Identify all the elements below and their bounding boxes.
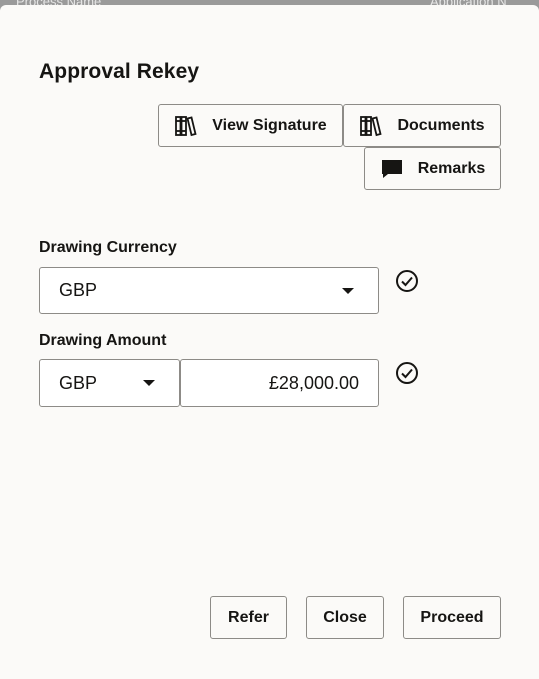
refer-button[interactable]: Refer: [210, 596, 287, 639]
close-button[interactable]: Close: [306, 596, 384, 639]
dialog-title: Approval Rekey: [39, 60, 200, 83]
drawing-currency-label: Drawing Currency: [39, 239, 177, 256]
approval-rekey-dialog: Approval Rekey View Signature Documents …: [0, 5, 539, 679]
check-circle-icon: [396, 362, 418, 384]
refer-label: Refer: [228, 608, 269, 626]
drawing-amount-currency-select[interactable]: GBP: [39, 359, 180, 407]
chevron-down-icon: [143, 380, 155, 386]
proceed-label: Proceed: [420, 608, 484, 626]
speech-bubble-icon: [380, 157, 404, 181]
drawing-amount-value: £28,000.00: [268, 372, 359, 393]
check-circle-icon: [396, 270, 418, 292]
chevron-down-icon: [342, 287, 354, 294]
books-icon: [359, 114, 383, 138]
drawing-currency-value: GBP: [59, 280, 98, 300]
remarks-label: Remarks: [417, 159, 486, 177]
remarks-button[interactable]: Remarks: [364, 147, 501, 190]
books-icon: [174, 114, 198, 138]
drawing-amount-currency-value: GBP: [59, 372, 98, 393]
documents-button[interactable]: Documents: [343, 104, 501, 147]
drawing-amount-input[interactable]: £28,000.00: [180, 359, 379, 407]
drawing-currency-select[interactable]: GBP: [39, 267, 379, 314]
close-label: Close: [323, 608, 367, 626]
drawing-amount-label: Drawing Amount: [39, 332, 167, 349]
view-signature-button[interactable]: View Signature: [158, 104, 343, 147]
proceed-button[interactable]: Proceed: [403, 596, 501, 639]
view-signature-label: View Signature: [212, 116, 327, 134]
documents-label: Documents: [397, 116, 485, 134]
